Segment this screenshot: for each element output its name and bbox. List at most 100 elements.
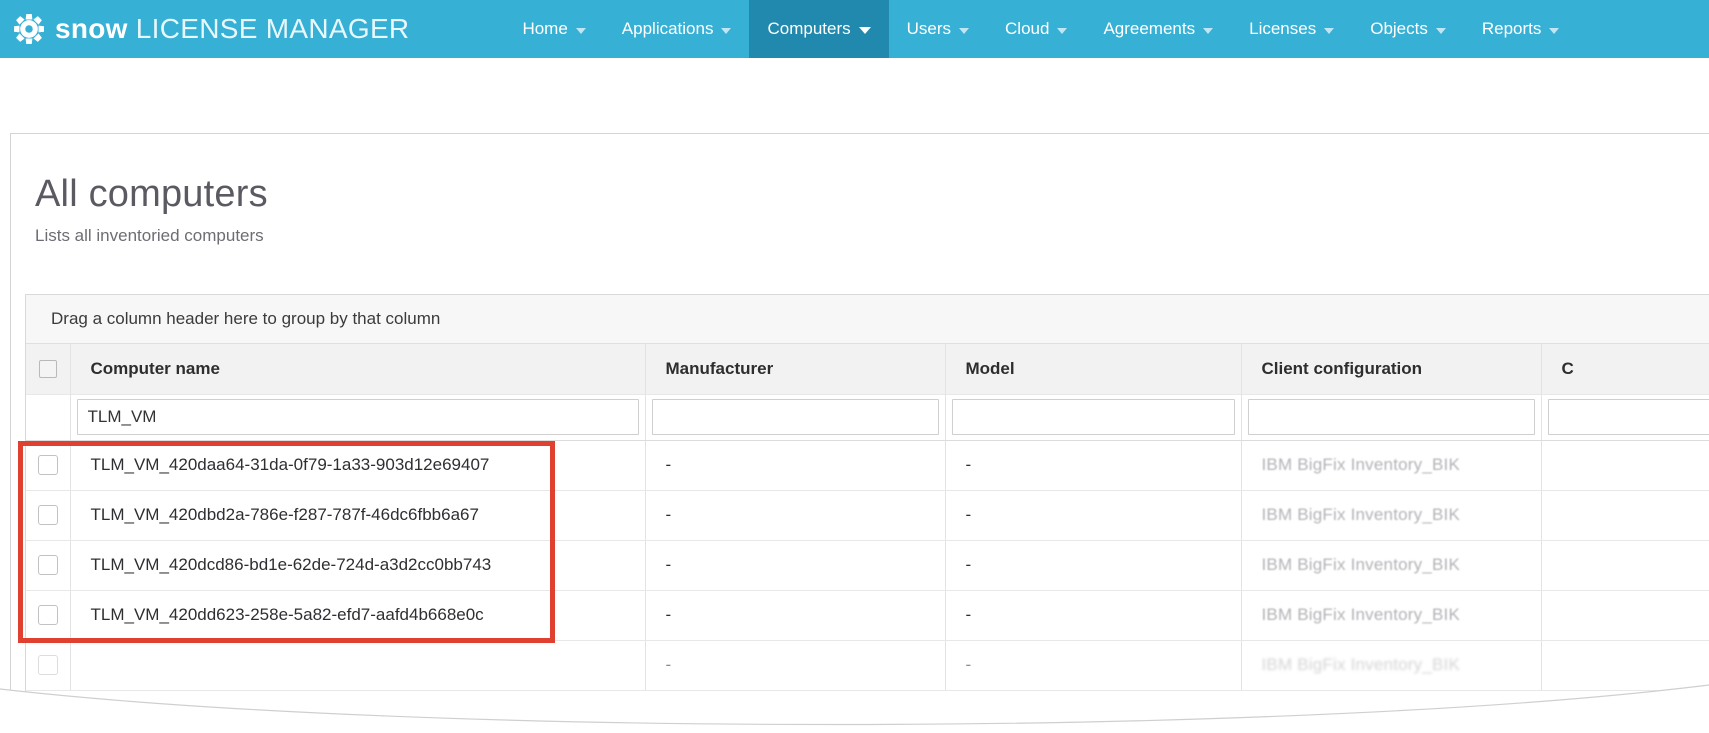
page-header: All computers Lists all inventoried comp… — [11, 134, 1709, 246]
cell-model: - — [945, 640, 1242, 691]
nav-label: Reports — [1481, 19, 1542, 38]
column-header-computer-name[interactable]: Computer name — [70, 344, 646, 395]
cell-truncated — [1541, 540, 1709, 591]
row-checkbox[interactable] — [37, 655, 58, 676]
chevron-down-icon — [858, 27, 871, 34]
chevron-down-icon — [1203, 27, 1214, 34]
chevron-down-icon — [1057, 27, 1068, 34]
filter-input-computer-name[interactable] — [76, 399, 639, 435]
brand-name-secondary: LICENSE MANAGER — [135, 13, 410, 44]
cell-computer-name[interactable]: TLM_VM_420daa64-31da-0f79-1a33-903d12e69… — [70, 440, 646, 491]
filter-input-truncated[interactable] — [1547, 399, 1709, 435]
select-all-checkbox[interactable] — [38, 360, 57, 379]
cell-computer-name[interactable]: TLM_VM_420dbd2a-786e-f287-787f-46dc6fbb6… — [70, 490, 646, 541]
cell-manufacturer: - — [645, 590, 946, 641]
filter-cell-truncated — [1541, 394, 1709, 441]
filter-cell-client-configuration — [1241, 394, 1542, 441]
nav-label: Users — [906, 19, 952, 38]
column-header-model[interactable]: Model — [945, 344, 1242, 395]
client-configuration-value: IBM BigFix Inventory_BIK — [1261, 555, 1460, 574]
top-navigation-bar: snow LICENSE MANAGER Home Applications Co… — [0, 0, 1709, 58]
row-select-cell[interactable] — [26, 590, 71, 641]
cell-computer-name[interactable]: TLM_VM_420dcd86-bd1e-62de-724d-a3d2cc0bb… — [70, 540, 646, 591]
cell-model: - — [945, 590, 1242, 641]
page-panel: All computers Lists all inventoried comp… — [10, 133, 1709, 733]
table-row[interactable]: TLM_VM_420daa64-31da-0f79-1a33-903d12e69… — [26, 440, 1709, 491]
nav-item-computers[interactable]: Computers — [749, 0, 889, 58]
cell-truncated — [1541, 640, 1709, 691]
cell-manufacturer: - — [645, 640, 946, 691]
cell-model: - — [945, 440, 1242, 491]
table-row[interactable]: TLM_VM_420dbd2a-786e-f287-787f-46dc6fbb6… — [26, 490, 1709, 541]
table-row[interactable]: TLM_VM_420dd623-258e-5a82-efd7-aafd4b668… — [26, 590, 1709, 641]
cell-client-configuration: IBM BigFix Inventory_BIK — [1241, 590, 1542, 641]
nav-label: Objects — [1370, 19, 1428, 38]
cell-truncated — [1541, 590, 1709, 641]
nav-item-reports[interactable]: Reports — [1464, 0, 1578, 58]
row-checkbox[interactable] — [37, 605, 58, 626]
client-configuration-value: IBM BigFix Inventory_BIK — [1261, 455, 1460, 474]
cell-client-configuration: IBM BigFix Inventory_BIK — [1241, 490, 1542, 541]
page-subtitle: Lists all inventoried computers — [35, 225, 264, 245]
computers-table: Computer name Manufacturer Model Client … — [26, 344, 1709, 691]
cell-computer-name[interactable] — [70, 640, 646, 691]
nav-label: Licenses — [1249, 19, 1317, 38]
row-select-cell[interactable] — [26, 540, 71, 591]
row-checkbox[interactable] — [37, 555, 58, 576]
app-root: snow LICENSE MANAGER Home Applications Co… — [0, 0, 1709, 733]
row-select-cell[interactable] — [26, 440, 71, 491]
row-checkbox[interactable] — [37, 455, 58, 476]
table-body: TLM_VM_420daa64-31da-0f79-1a33-903d12e69… — [26, 394, 1709, 691]
gear-icon — [14, 14, 44, 44]
row-select-cell[interactable] — [26, 640, 71, 691]
page-title: All computers — [35, 173, 268, 215]
filter-cell-computer-name — [70, 394, 646, 441]
filter-input-model[interactable] — [951, 399, 1235, 435]
column-header-client-configuration[interactable]: Client configuration — [1241, 344, 1542, 395]
table-row[interactable]: - - IBM BigFix Inventory_BIK — [26, 640, 1709, 691]
client-configuration-value: IBM BigFix Inventory_BIK — [1261, 655, 1460, 674]
header-spacer — [0, 58, 1709, 133]
chevron-down-icon — [1435, 27, 1446, 34]
table-header: Computer name Manufacturer Model Client … — [26, 344, 1709, 395]
client-configuration-value: IBM BigFix Inventory_BIK — [1261, 605, 1460, 624]
column-header-manufacturer[interactable]: Manufacturer — [645, 344, 946, 395]
brand-name-primary: snow — [55, 13, 128, 44]
row-checkbox[interactable] — [37, 505, 58, 526]
column-header-truncated[interactable]: C — [1541, 344, 1709, 395]
cell-computer-name[interactable]: TLM_VM_420dd623-258e-5a82-efd7-aafd4b668… — [70, 590, 646, 641]
nav-item-users[interactable]: Users — [889, 0, 987, 58]
group-by-dropzone[interactable]: Drag a column header here to group by th… — [26, 295, 1709, 344]
brand-logo[interactable]: snow LICENSE MANAGER — [0, 0, 409, 58]
client-configuration-value: IBM BigFix Inventory_BIK — [1261, 505, 1460, 524]
filter-cell-model — [945, 394, 1242, 441]
cell-manufacturer: - — [645, 490, 946, 541]
nav-label: Computers — [767, 19, 851, 38]
nav-item-objects[interactable]: Objects — [1352, 0, 1464, 58]
cell-truncated — [1541, 440, 1709, 491]
table-row[interactable]: TLM_VM_420dcd86-bd1e-62de-724d-a3d2cc0bb… — [26, 540, 1709, 591]
cell-model: - — [945, 540, 1242, 591]
chevron-down-icon — [575, 27, 586, 34]
filter-input-client-configuration[interactable] — [1247, 399, 1535, 435]
select-all-header[interactable] — [26, 344, 71, 395]
cell-model: - — [945, 490, 1242, 541]
nav-item-applications[interactable]: Applications — [604, 0, 750, 58]
nav-item-licenses[interactable]: Licenses — [1231, 0, 1352, 58]
nav-item-agreements[interactable]: Agreements — [1085, 0, 1231, 58]
group-by-hint: Drag a column header here to group by th… — [51, 309, 441, 328]
cell-client-configuration: IBM BigFix Inventory_BIK — [1241, 640, 1542, 691]
filter-input-manufacturer[interactable] — [651, 399, 939, 435]
nav-item-cloud[interactable]: Cloud — [987, 0, 1085, 58]
cell-manufacturer: - — [645, 440, 946, 491]
row-select-cell[interactable] — [26, 490, 71, 541]
nav-label: Agreements — [1103, 19, 1196, 38]
cell-client-configuration: IBM BigFix Inventory_BIK — [1241, 440, 1542, 491]
filter-row — [26, 394, 1709, 441]
cell-manufacturer: - — [645, 540, 946, 591]
cell-truncated — [1541, 490, 1709, 541]
chevron-down-icon — [1324, 27, 1335, 34]
nav-label: Cloud — [1005, 19, 1050, 38]
computers-grid: Drag a column header here to group by th… — [25, 294, 1709, 733]
nav-item-home[interactable]: Home — [504, 0, 603, 58]
